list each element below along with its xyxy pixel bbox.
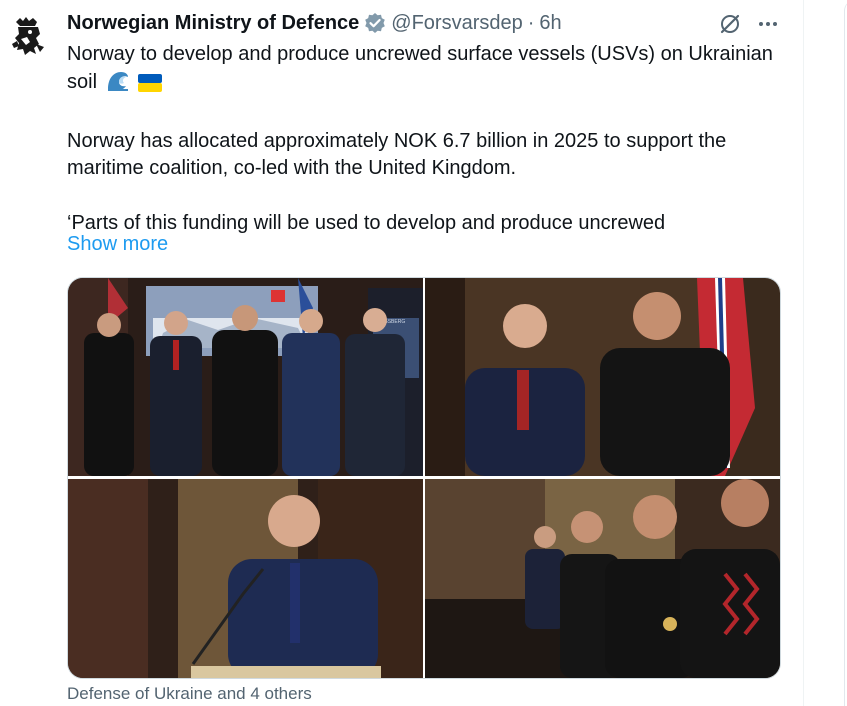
tweet-paragraph-1: Norway to develop and produce uncrewed s… [67, 43, 773, 93]
header-actions [718, 12, 780, 41]
tagged-users-caption[interactable]: Defense of Ukraine and 4 others [67, 684, 312, 704]
photo-two-men-flag[interactable] [425, 278, 780, 476]
post-time[interactable]: 6h [539, 12, 561, 35]
ukraine-flag-emoji [138, 73, 163, 101]
separator-dot: · [527, 11, 535, 34]
media-grid: KONGSBERG [67, 277, 781, 679]
tweet-paragraph-3: ‘Parts of this funding will be used to d… [67, 212, 666, 234]
author-handle[interactable]: @Forsvarsdep [391, 12, 522, 35]
tweet-header: Norwegian Ministry of Defence @Forsvarsd… [67, 10, 562, 36]
more-options-icon[interactable] [756, 12, 780, 41]
water-wave-emoji [106, 70, 130, 101]
tweet[interactable]: Norwegian Ministry of Defence @Forsvarsd… [0, 0, 802, 706]
grok-icon[interactable] [718, 12, 742, 41]
photo-audience[interactable] [425, 479, 780, 678]
tweet-paragraph-2: Norway has allocated approximately NOK 6… [67, 129, 727, 180]
photo-speaker[interactable] [68, 479, 423, 678]
photo-group[interactable]: KONGSBERG [68, 278, 423, 476]
right-sidebar-edge [803, 0, 847, 706]
tweet-text: Norway to develop and produce uncrewed s… [67, 41, 792, 238]
verified-badge-icon[interactable] [364, 12, 386, 34]
author-name[interactable]: Norwegian Ministry of Defence [67, 12, 359, 35]
norway-lion-crest-icon[interactable] [6, 14, 50, 58]
show-more-link[interactable]: Show more [67, 233, 168, 256]
